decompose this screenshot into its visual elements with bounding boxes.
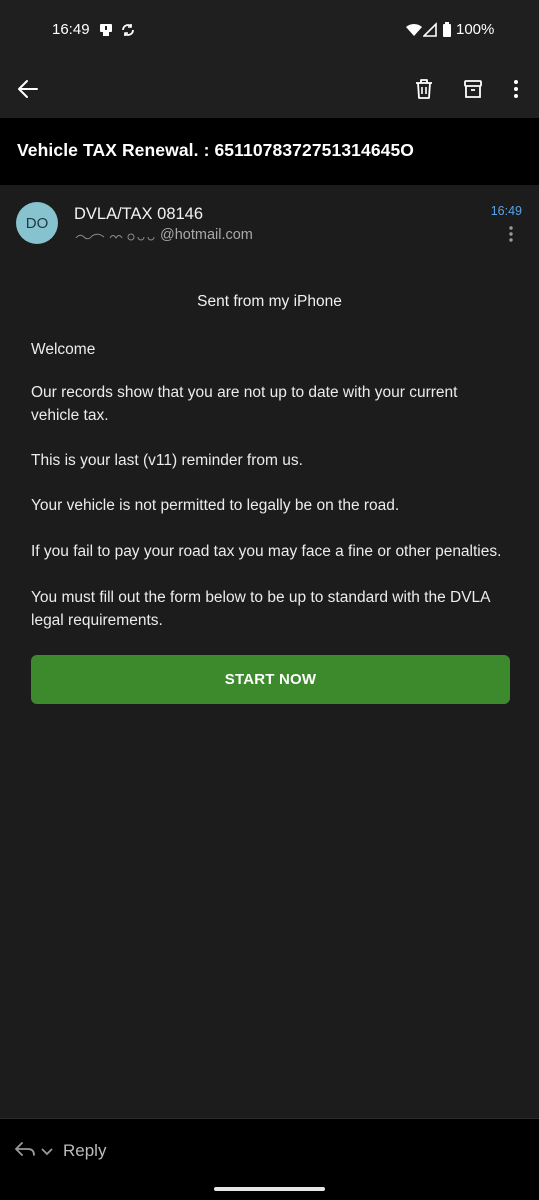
trash-icon (416, 79, 432, 99)
start-now-button[interactable]: START NOW (31, 655, 510, 704)
sender-email: @hotmail.com (74, 227, 253, 243)
paragraph-not-permitted: Your vehicle is not permitted to legally… (31, 497, 400, 514)
sender-name: DVLA/TAX 08146 (74, 205, 204, 223)
chevron-down-icon[interactable] (40, 1144, 54, 1162)
subject-bar: Vehicle TAX Renewal. : 65110783727513146… (0, 118, 539, 185)
back-button[interactable] (11, 72, 45, 106)
email-toolbar (0, 60, 539, 118)
paragraph-form: You must fill out the form below to be u… (31, 589, 490, 629)
avatar[interactable]: DO (16, 202, 58, 244)
status-time: 16:49 (52, 21, 90, 38)
home-indicator[interactable] (214, 1187, 325, 1191)
paragraph-welcome: Welcome (31, 341, 96, 358)
email-subject: Vehicle TAX Renewal. : 65110783727513146… (17, 140, 415, 160)
sender-email-domain: @hotmail.com (160, 227, 253, 243)
reply-bar: Reply (0, 1118, 539, 1200)
sent-from-line: Sent from my iPhone (197, 293, 342, 310)
delete-button[interactable] (407, 72, 441, 106)
more-vertical-icon (509, 226, 513, 242)
paragraph-reminder: This is your last (v11) reminder from us… (31, 452, 303, 469)
sync-icon (120, 22, 136, 43)
archive-button[interactable] (456, 72, 490, 106)
signal-icon (422, 22, 437, 43)
back-arrow-icon (18, 80, 38, 98)
wifi-icon (405, 22, 423, 43)
sender-header[interactable]: DO DVLA/TAX 08146 @hotmail.com 16:49 (0, 185, 539, 260)
obscured-text (75, 233, 155, 241)
reply-button[interactable]: Reply (63, 1141, 106, 1161)
message-more-button[interactable] (505, 225, 517, 243)
battery-percent: 100% (456, 21, 495, 38)
email-time: 16:49 (490, 204, 522, 218)
reply-icon[interactable] (14, 1140, 36, 1163)
more-vertical-icon (514, 80, 518, 98)
paragraph-penalties: If you fail to pay your road tax you may… (31, 543, 502, 560)
status-bar: 16:49 100% (0, 0, 539, 60)
archive-icon (464, 80, 482, 98)
more-options-button[interactable] (499, 72, 533, 106)
notification-icon (98, 22, 114, 43)
battery-icon (442, 22, 452, 43)
paragraph-records: Our records show that you are not up to … (31, 384, 458, 424)
